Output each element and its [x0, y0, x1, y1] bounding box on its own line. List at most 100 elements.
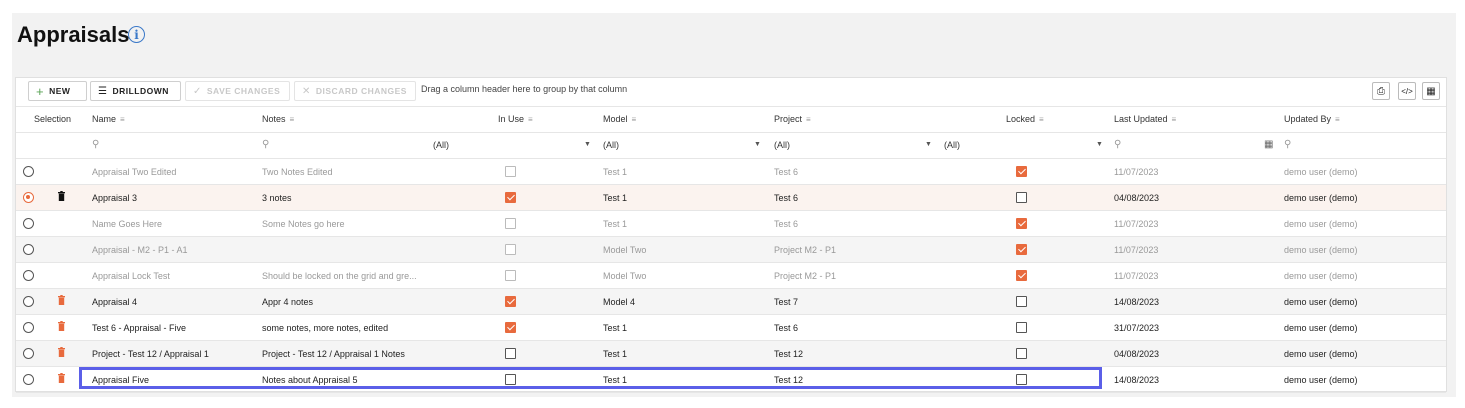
project-filter-select[interactable]: (All): [774, 140, 790, 150]
new-button[interactable]: + NEW: [28, 81, 87, 101]
cell-name: Appraisal 4: [92, 297, 138, 307]
locked-checkbox[interactable]: [1016, 218, 1027, 229]
cell-notes: some notes, more notes, edited: [262, 323, 389, 333]
table-row[interactable]: Appraisal - M2 - P1 - A1 Model Two Project…: [16, 237, 1446, 263]
cell-notes: Appr 4 notes: [262, 297, 314, 307]
code-icon: </>: [1401, 87, 1413, 96]
row-select-radio[interactable]: [23, 270, 34, 281]
search-icon[interactable]: ⚲: [262, 139, 269, 150]
print-button[interactable]: ⎙: [1372, 82, 1390, 100]
in-use-checkbox[interactable]: [505, 374, 516, 385]
locked-checkbox[interactable]: [1016, 374, 1027, 385]
in-use-checkbox[interactable]: [505, 348, 516, 359]
in-use-checkbox[interactable]: [505, 296, 516, 307]
cell-notes: Notes about Appraisal 5: [262, 375, 358, 385]
header-selection: Selection: [34, 114, 72, 124]
calendar-icon[interactable]: ▦: [1264, 139, 1273, 150]
chevron-down-icon[interactable]: ▼: [584, 141, 591, 148]
row-select-radio[interactable]: [23, 218, 34, 229]
filter-icon[interactable]: ≡: [1335, 115, 1340, 124]
in-use-checkbox[interactable]: [505, 166, 516, 177]
chevron-down-icon[interactable]: ▼: [1096, 141, 1103, 148]
search-icon[interactable]: ⚲: [92, 139, 99, 150]
locked-checkbox[interactable]: [1016, 244, 1027, 255]
header-last-updated[interactable]: Last Updated ≡: [1114, 114, 1176, 124]
locked-checkbox[interactable]: [1016, 322, 1027, 333]
export-image-button[interactable]: ▦: [1422, 82, 1440, 100]
header-project[interactable]: Project ≡: [774, 114, 811, 124]
row-select-radio[interactable]: [23, 192, 34, 203]
trash-icon[interactable]: [58, 347, 65, 357]
cell-notes: Some Notes go here: [262, 219, 345, 229]
header-model[interactable]: Model ≡: [603, 114, 636, 124]
table-row[interactable]: Project - Test 12 / Appraisal 1 Project -…: [16, 341, 1446, 367]
save-changes-button[interactable]: ✓ SAVE CHANGES: [185, 81, 290, 101]
chevron-down-icon[interactable]: ▼: [754, 141, 761, 148]
locked-checkbox[interactable]: [1016, 270, 1027, 281]
cell-model: Test 1: [603, 349, 628, 359]
header-in-use[interactable]: In Use ≡: [498, 114, 533, 124]
header-name[interactable]: Name ≡: [92, 114, 125, 124]
cell-last-updated: 04/08/2023: [1114, 193, 1160, 203]
search-icon[interactable]: ⚲: [1114, 139, 1121, 150]
locked-checkbox[interactable]: [1016, 192, 1027, 203]
in-use-filter-select[interactable]: (All): [433, 140, 449, 150]
cell-last-updated: 11/07/2023: [1114, 219, 1159, 229]
info-icon[interactable]: i: [128, 26, 145, 43]
row-select-radio[interactable]: [23, 374, 34, 385]
cell-project: Test 6: [774, 323, 799, 333]
in-use-checkbox[interactable]: [505, 192, 516, 203]
table-row[interactable]: Appraisal Five Notes about Appraisal 5 Tes…: [16, 367, 1446, 393]
cell-updated-by: demo user (demo): [1284, 167, 1358, 177]
cell-model: Model Two: [603, 245, 647, 255]
cell-model: Model 4: [603, 297, 636, 307]
group-hint: Drag a column header here to group by th…: [421, 84, 628, 94]
filter-icon[interactable]: ≡: [1039, 115, 1044, 124]
table-row[interactable]: Test 6 - Appraisal - Five some notes, mor…: [16, 315, 1446, 341]
cell-name: Appraisal Two Edited: [92, 167, 177, 177]
header-updated-by[interactable]: Updated By ≡: [1284, 114, 1340, 124]
export-code-button[interactable]: </>: [1398, 82, 1416, 100]
cell-model: Test 1: [603, 375, 628, 385]
trash-icon[interactable]: [58, 191, 65, 201]
table-row[interactable]: Name Goes Here Some Notes go here Test 1 Te…: [16, 211, 1446, 237]
cell-project: Test 12: [774, 349, 804, 359]
cell-name: Name Goes Here: [92, 219, 163, 229]
in-use-checkbox[interactable]: [505, 244, 516, 255]
in-use-checkbox[interactable]: [505, 322, 516, 333]
header-notes[interactable]: Notes ≡: [262, 114, 294, 124]
locked-checkbox[interactable]: [1016, 296, 1027, 307]
search-icon[interactable]: ⚲: [1284, 139, 1291, 150]
discard-changes-button[interactable]: ✕ DISCARD CHANGES: [294, 81, 416, 101]
in-use-checkbox[interactable]: [505, 270, 516, 281]
filter-icon[interactable]: ≡: [1172, 115, 1177, 124]
row-select-radio[interactable]: [23, 296, 34, 307]
filter-icon[interactable]: ≡: [120, 115, 125, 124]
model-filter-select[interactable]: (All): [603, 140, 619, 150]
filter-icon[interactable]: ≡: [528, 115, 533, 124]
locked-checkbox[interactable]: [1016, 348, 1027, 359]
row-select-radio[interactable]: [23, 244, 34, 255]
drilldown-button[interactable]: ☰ DRILLDOWN: [90, 81, 181, 101]
filter-icon[interactable]: ≡: [290, 115, 295, 124]
cell-updated-by: demo user (demo): [1284, 323, 1358, 333]
row-select-radio[interactable]: [23, 166, 34, 177]
filter-icon[interactable]: ≡: [806, 115, 811, 124]
filter-icon[interactable]: ≡: [632, 115, 637, 124]
chevron-down-icon[interactable]: ▼: [925, 141, 932, 148]
locked-filter-select[interactable]: (All): [944, 140, 960, 150]
trash-icon[interactable]: [58, 295, 65, 305]
trash-icon[interactable]: [58, 321, 65, 331]
row-select-radio[interactable]: [23, 322, 34, 333]
table-row[interactable]: Appraisal Lock Test Should be locked on t…: [16, 263, 1446, 289]
trash-icon[interactable]: [58, 373, 65, 383]
locked-checkbox[interactable]: [1016, 166, 1027, 177]
in-use-checkbox[interactable]: [505, 218, 516, 229]
row-select-radio[interactable]: [23, 348, 34, 359]
table-row[interactable]: Appraisal 4 Appr 4 notes Model 4 Test 7 14/0…: [16, 289, 1446, 315]
table-row[interactable]: Appraisal 3 3 notes Test 1 Test 6 04/08/2023…: [16, 185, 1446, 211]
cell-last-updated: 14/08/2023: [1114, 375, 1160, 385]
cell-name: Appraisal Lock Test: [92, 271, 170, 281]
table-row[interactable]: Appraisal Two Edited Two Notes Edited Test…: [16, 159, 1446, 185]
header-locked[interactable]: Locked ≡: [1006, 114, 1044, 124]
